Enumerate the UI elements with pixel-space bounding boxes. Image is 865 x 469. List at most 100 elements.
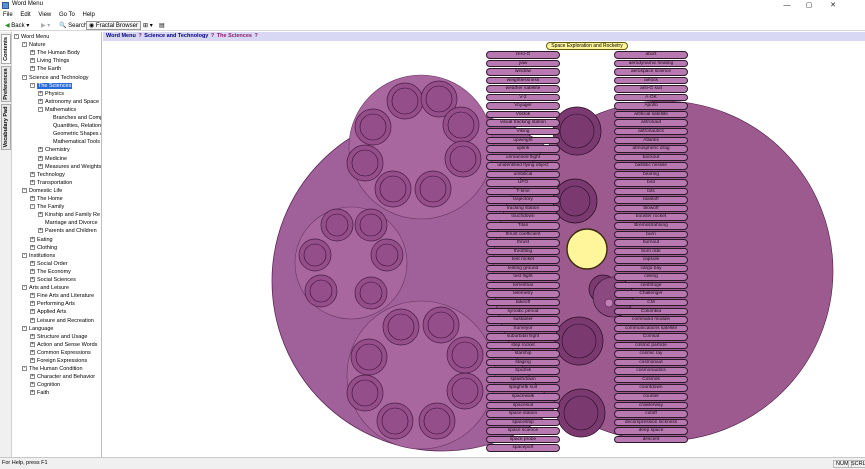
tree-item[interactable]: + Foreign Expressions bbox=[30, 357, 87, 365]
tree-item[interactable]: - Science and Technology bbox=[22, 74, 89, 82]
back-button[interactable]: ◀ Back ▾ bbox=[2, 21, 32, 30]
word-button[interactable]: window bbox=[486, 68, 560, 76]
subcategory-circle[interactable] bbox=[382, 308, 420, 346]
tree-item[interactable]: - Mathematics bbox=[38, 106, 76, 114]
word-button[interactable]: staging bbox=[486, 358, 560, 367]
expand-icon[interactable]: + bbox=[38, 228, 43, 234]
help-book-button[interactable]: ▤ bbox=[156, 21, 168, 30]
expand-icon[interactable]: + bbox=[38, 212, 43, 218]
word-button[interactable]: abort bbox=[614, 51, 688, 59]
tree-item[interactable]: Quantities, Relation bbox=[46, 122, 101, 130]
word-button[interactable]: cargo bay bbox=[614, 264, 688, 273]
word-button[interactable]: command module bbox=[614, 316, 688, 324]
subcategory-circle[interactable] bbox=[346, 374, 384, 412]
expand-icon[interactable]: + bbox=[38, 155, 43, 161]
tree-item[interactable]: + Chemistry bbox=[38, 146, 70, 154]
subcategory-circle[interactable] bbox=[350, 338, 388, 376]
network-button[interactable]: ⊞ ▾ bbox=[140, 21, 156, 30]
word-button[interactable]: cosmonautics bbox=[614, 367, 688, 375]
expand-icon[interactable]: + bbox=[38, 90, 43, 96]
subcategory-circle[interactable] bbox=[442, 106, 480, 144]
word-button[interactable]: CM bbox=[614, 298, 688, 307]
word-button[interactable]: blowoff bbox=[614, 204, 688, 213]
menu-help[interactable]: Help bbox=[83, 11, 95, 20]
word-button[interactable]: communications satellite bbox=[614, 324, 688, 333]
word-button[interactable]: booster rocket bbox=[614, 213, 688, 221]
expand-icon[interactable]: + bbox=[30, 66, 35, 72]
word-button[interactable]: yaw bbox=[486, 59, 560, 68]
collapse-icon[interactable]: - bbox=[22, 252, 27, 258]
word-button[interactable]: starship bbox=[486, 350, 560, 358]
word-button[interactable]: aerodynamic heating bbox=[614, 59, 688, 68]
word-button[interactable]: Challenger bbox=[614, 290, 688, 298]
expand-icon[interactable]: + bbox=[30, 382, 35, 388]
word-button[interactable]: T-time bbox=[486, 187, 560, 196]
word-button[interactable]: synodic period bbox=[486, 307, 560, 315]
expand-icon[interactable]: + bbox=[30, 317, 35, 323]
breadcrumb-item-science-and-technology[interactable]: Science and Technology bbox=[144, 33, 208, 39]
menu-goto[interactable]: Go To bbox=[59, 11, 75, 20]
word-button[interactable]: burn rate bbox=[614, 247, 688, 256]
tree-item[interactable]: + Living Things bbox=[30, 57, 69, 65]
word-button[interactable]: space station bbox=[486, 410, 560, 418]
tree-item[interactable]: + Astronomy and Space S bbox=[38, 98, 101, 106]
word-button[interactable]: throttling bbox=[486, 247, 560, 256]
tree-item[interactable]: - Language bbox=[22, 325, 53, 333]
expand-icon[interactable]: + bbox=[30, 349, 35, 355]
tree-item[interactable]: + Parents and Children bbox=[38, 227, 97, 235]
word-button[interactable]: upweight bbox=[486, 136, 560, 144]
expand-icon[interactable]: + bbox=[30, 179, 35, 185]
tree-item[interactable]: + The Earth bbox=[30, 65, 61, 73]
tree-item[interactable]: + Leisure and Recreation bbox=[30, 317, 94, 325]
word-button[interactable]: counter bbox=[614, 393, 688, 401]
breadcrumb-item-the-sciences[interactable]: The Sciences bbox=[217, 33, 252, 39]
word-button[interactable]: weather satellite bbox=[486, 85, 560, 93]
collapse-icon[interactable]: - bbox=[22, 42, 27, 48]
expand-icon[interactable]: + bbox=[38, 98, 43, 104]
word-button[interactable]: terrestrial bbox=[486, 281, 560, 290]
word-button[interactable]: Comsat bbox=[614, 333, 688, 341]
expand-icon[interactable]: + bbox=[30, 341, 35, 347]
subcategory-circle[interactable] bbox=[386, 82, 424, 120]
highlighted-node[interactable] bbox=[566, 228, 608, 270]
contents-tree[interactable]: - Word Menu - Nature + The Human Body + Living … bbox=[13, 32, 102, 457]
tree-item[interactable]: - The Family bbox=[30, 203, 64, 211]
word-button[interactable]: spaghetti suit bbox=[486, 384, 560, 392]
collapse-icon[interactable]: - bbox=[14, 34, 19, 40]
word-button[interactable]: telemetry bbox=[486, 290, 560, 298]
tree-item[interactable]: + Medicine bbox=[38, 155, 67, 163]
collapse-icon[interactable]: - bbox=[22, 325, 27, 331]
tree-item[interactable]: - The Human Condition bbox=[22, 365, 83, 373]
collapse-icon[interactable]: - bbox=[30, 82, 35, 88]
word-button[interactable]: Sputnik bbox=[486, 367, 560, 375]
word-button[interactable]: touchdown bbox=[486, 213, 560, 221]
word-button[interactable]: backout bbox=[614, 153, 688, 162]
word-button[interactable]: Vostok bbox=[486, 110, 560, 119]
expand-icon[interactable]: + bbox=[30, 260, 35, 266]
word-button[interactable]: crawlerway bbox=[614, 401, 688, 410]
word-button[interactable]: A-OK bbox=[614, 93, 688, 102]
subcategory-circle[interactable] bbox=[446, 372, 484, 410]
tree-item[interactable]: + Performing Arts bbox=[30, 300, 75, 308]
tab-preferences[interactable]: Preferences bbox=[1, 66, 11, 102]
word-button[interactable]: astronaut bbox=[614, 119, 688, 127]
word-button[interactable]: space science bbox=[486, 427, 560, 435]
menu-edit[interactable]: Edit bbox=[20, 11, 30, 20]
close-button[interactable]: ✕ bbox=[822, 0, 844, 11]
tree-item[interactable]: + Clothing bbox=[30, 244, 57, 252]
word-button[interactable]: spaceship bbox=[486, 418, 560, 427]
tree-item[interactable]: + Cognition bbox=[30, 381, 60, 389]
menu-file[interactable]: File bbox=[3, 11, 13, 20]
subcategory-circle[interactable] bbox=[418, 402, 456, 440]
word-button[interactable]: V-2 bbox=[486, 93, 560, 102]
word-button[interactable]: Apollo bbox=[614, 102, 688, 110]
maximize-button[interactable]: ▢ bbox=[798, 0, 820, 11]
word-button[interactable]: Bremsstrahlung bbox=[614, 222, 688, 230]
subcategory-circle[interactable] bbox=[374, 170, 412, 208]
expand-icon[interactable]: + bbox=[30, 236, 35, 242]
word-button[interactable]: astronautics bbox=[614, 127, 688, 136]
word-button[interactable]: spaceport bbox=[486, 444, 560, 452]
tree-item[interactable]: + The Home bbox=[30, 195, 63, 203]
fractal-browser-button[interactable]: ◉ Fractal Browser bbox=[86, 21, 141, 30]
tree-item[interactable]: + The Human Body bbox=[30, 49, 80, 57]
